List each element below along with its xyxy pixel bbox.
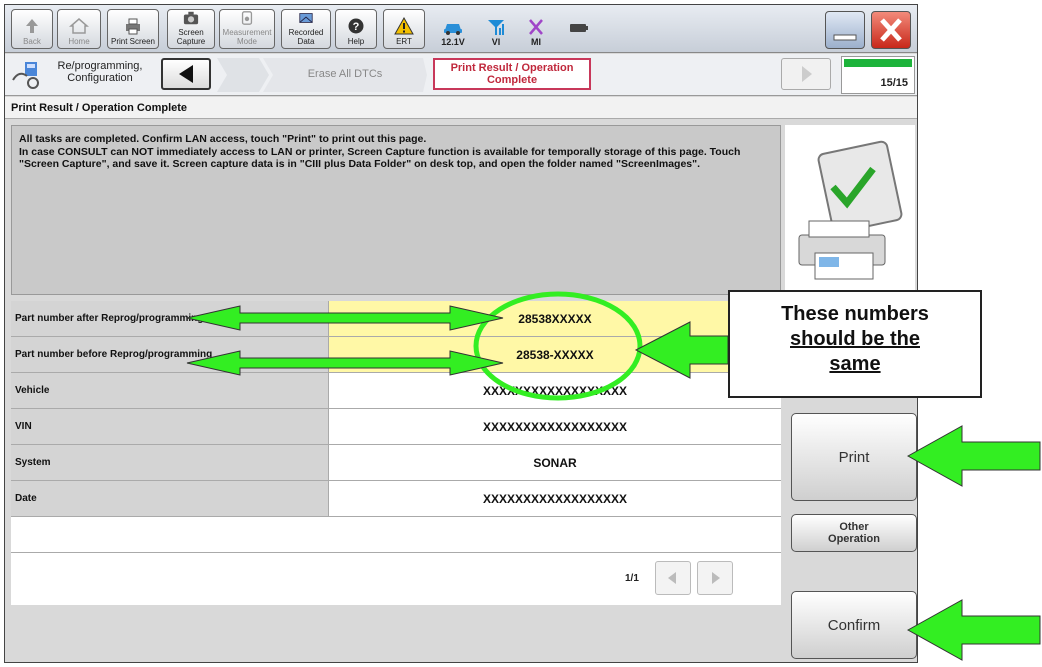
table-row: Date XXXXXXXXXXXXXXXXXX xyxy=(11,481,781,517)
table-row: Vehicle XXXXXXXXXXXXXXXXXX xyxy=(11,373,781,409)
row-value: 28538XXXXX xyxy=(329,301,781,336)
minimize-button[interactable] xyxy=(825,11,865,49)
recorded-data-icon xyxy=(299,13,313,23)
svg-text:?: ? xyxy=(353,21,360,33)
next-step-button[interactable] xyxy=(781,58,831,90)
row-label: Date xyxy=(11,481,329,516)
pagination: 1/1 xyxy=(11,553,781,605)
page-prev-button[interactable] xyxy=(655,561,691,595)
home-icon xyxy=(69,18,89,34)
left-triangle-icon xyxy=(179,65,193,83)
camera-icon xyxy=(183,11,199,25)
breadcrumb-reprogramming: Re/programming, Configuration xyxy=(57,60,143,84)
empty-row xyxy=(11,517,781,553)
previous-step-button[interactable] xyxy=(161,58,211,90)
page-indicator: 1/1 xyxy=(625,573,639,584)
right-triangle-icon xyxy=(712,572,720,584)
battery-status xyxy=(561,9,597,49)
car-icon xyxy=(444,24,462,35)
row-value: XXXXXXXXXXXXXXXXXX xyxy=(329,373,781,408)
other-operation-label-line1: Other xyxy=(839,521,869,533)
row-label: System xyxy=(11,445,329,480)
recorded-data-button[interactable]: Recorded Data xyxy=(281,9,331,49)
row-value: XXXXXXXXXXXXXXXXXX xyxy=(329,409,781,444)
measurement-mode-button[interactable]: Measurement Mode xyxy=(219,9,275,49)
close-icon xyxy=(880,18,902,42)
progress-bar-fill xyxy=(844,59,912,67)
row-value: SONAR xyxy=(329,445,781,480)
step-progress: 15/15 xyxy=(841,56,915,94)
row-label: Vehicle xyxy=(11,373,329,408)
page-next-button[interactable] xyxy=(697,561,733,595)
confirm-button[interactable]: Confirm xyxy=(791,591,917,659)
confirm-pointer-arrow xyxy=(906,599,1041,661)
minimize-icon xyxy=(833,34,857,41)
annotation-callout: These numbers should be the same xyxy=(728,290,982,398)
callout-line2: should be the xyxy=(790,328,920,350)
table-row: VIN XXXXXXXXXXXXXXXXXX xyxy=(11,409,781,445)
back-button[interactable]: Back xyxy=(11,9,53,49)
instruction-message: All tasks are completed. Confirm LAN acc… xyxy=(11,125,781,295)
callout-line1: These numbers xyxy=(781,303,929,325)
row-value: 28538-XXXXX xyxy=(329,337,781,372)
vi-indicator: VI xyxy=(479,9,513,49)
reprogramming-icon xyxy=(12,62,39,89)
close-button[interactable] xyxy=(871,11,911,49)
left-triangle-icon xyxy=(668,572,676,584)
help-icon: ? xyxy=(348,18,364,34)
table-row: System SONAR xyxy=(11,445,781,481)
signal-icon xyxy=(488,20,504,35)
help-button[interactable]: ? Help xyxy=(335,9,377,49)
row-label: VIN xyxy=(11,409,329,444)
print-pointer-arrow xyxy=(906,425,1041,487)
mi-indicator: MI xyxy=(519,9,553,49)
right-triangle-icon xyxy=(802,66,812,82)
navigation-bar: Re/programming, Configuration Erase All … xyxy=(5,54,917,96)
home-button[interactable]: Home xyxy=(57,9,101,49)
row-value: XXXXXXXXXXXXXXXXXX xyxy=(329,481,781,516)
measurement-icon xyxy=(241,11,253,25)
ecu-printer-illustration-icon xyxy=(785,125,915,295)
progress-text: 15/15 xyxy=(880,77,908,89)
screen-capture-button[interactable]: Screen Capture xyxy=(167,9,215,49)
other-operation-label-line2: Operation xyxy=(828,533,880,545)
breadcrumb-current-step: Print Result / Operation Complete xyxy=(433,58,591,90)
disconnected-x-icon xyxy=(529,19,543,35)
battery-icon xyxy=(570,24,588,32)
other-operation-button[interactable]: Other Operation xyxy=(791,514,917,552)
warning-icon xyxy=(394,17,414,35)
callout-line3: same xyxy=(829,353,881,375)
page-title: Print Result / Operation Complete xyxy=(5,97,917,119)
print-screen-button[interactable]: Print Screen xyxy=(107,9,159,49)
battery-voltage-indicator: 12.1V xyxy=(433,9,473,49)
table-row: Part number before Reprog/programming 28… xyxy=(11,337,781,373)
back-arrow-icon xyxy=(26,19,38,33)
row-label: Part number after Reprog/programming xyxy=(11,301,329,336)
result-table: Part number after Reprog/programming 285… xyxy=(11,301,781,605)
toolbar: Back Home Print Screen Screen Capture Me… xyxy=(5,5,917,53)
table-row: Part number after Reprog/programming 285… xyxy=(11,301,781,337)
row-label: Part number before Reprog/programming xyxy=(11,337,329,372)
print-button[interactable]: Print xyxy=(791,413,917,501)
breadcrumb-erase-dtcs: Erase All DTCs xyxy=(307,68,383,80)
printer-icon xyxy=(126,18,140,35)
ert-button[interactable]: ERT xyxy=(383,9,425,49)
